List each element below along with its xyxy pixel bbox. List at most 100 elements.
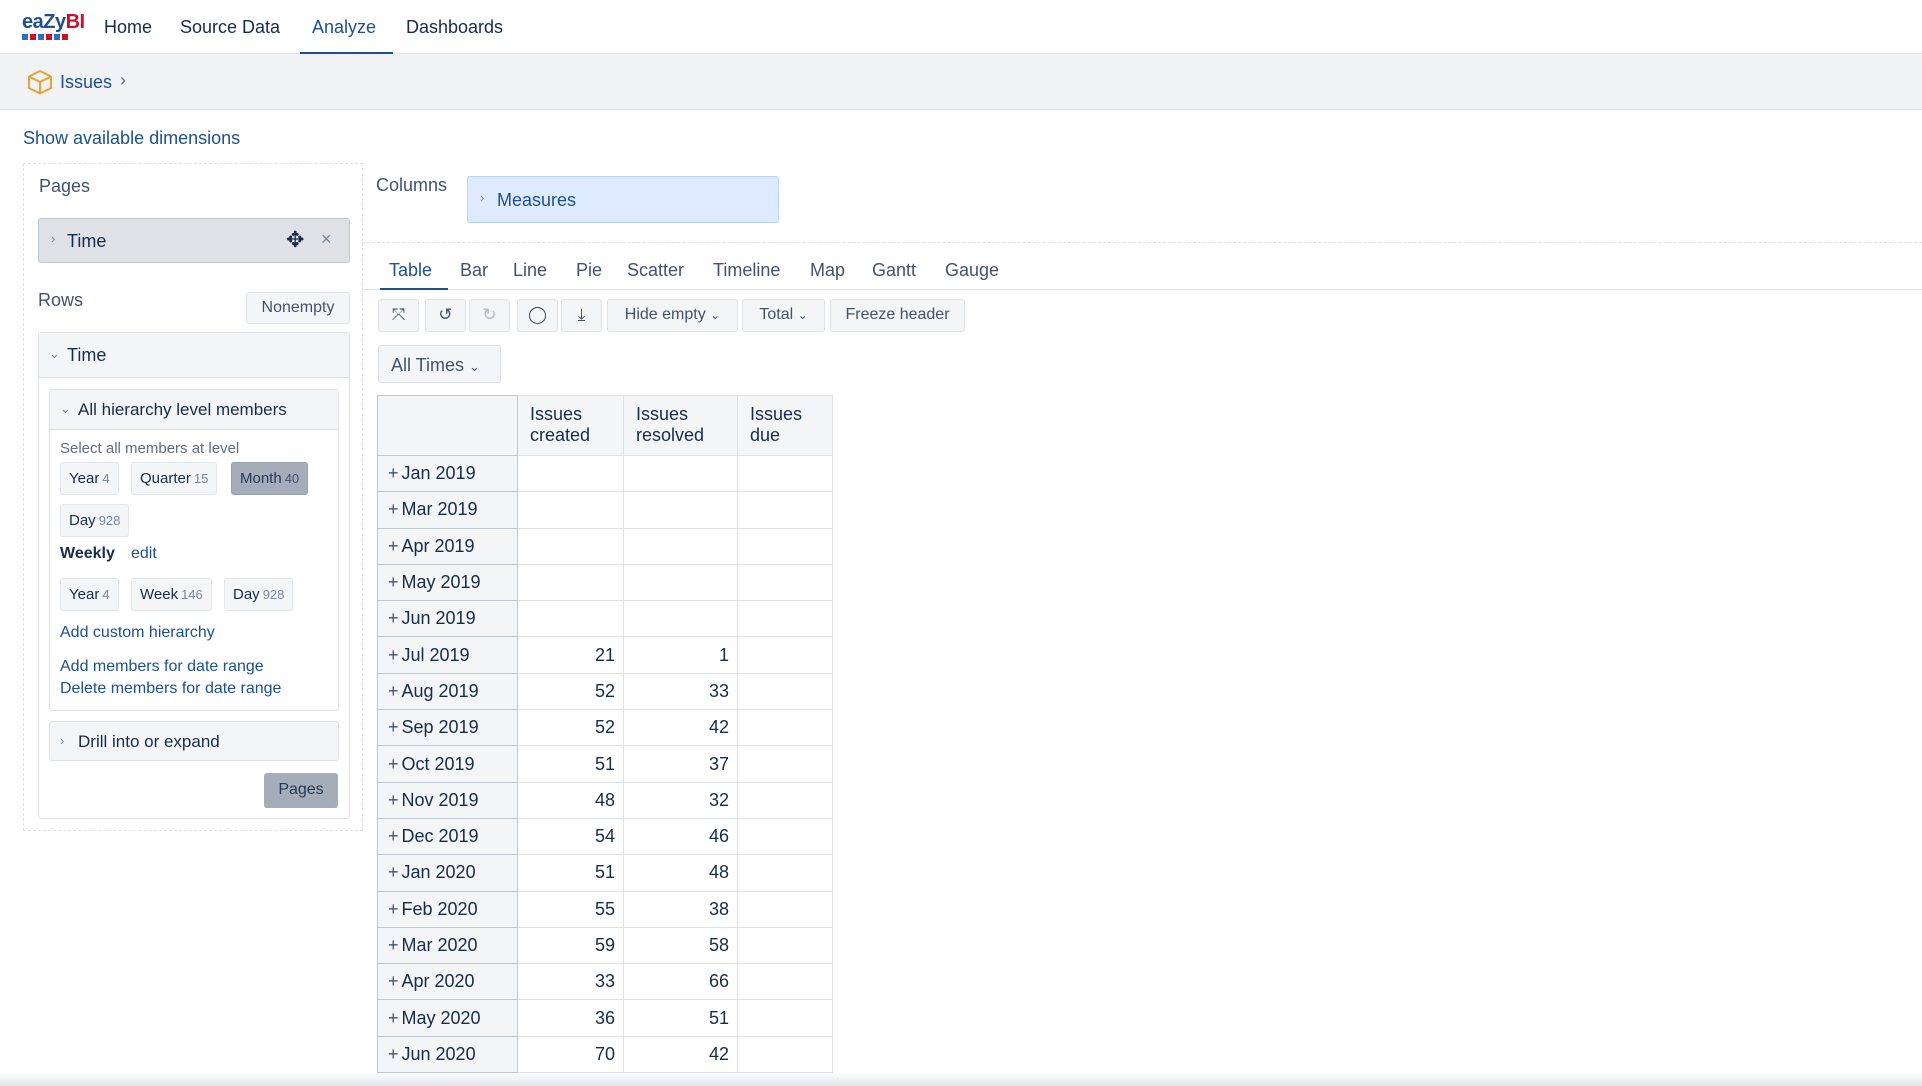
tab-bar[interactable]: Bar <box>460 260 488 281</box>
tab-gauge[interactable]: Gauge <box>945 260 999 281</box>
expand-plus-icon[interactable]: + <box>388 717 399 737</box>
weekly-day-button[interactable]: Day 928 <box>224 578 294 611</box>
level-day-button[interactable]: Day 928 <box>60 504 130 537</box>
level-year-button[interactable]: Year 4 <box>60 462 119 495</box>
comment-icon[interactable]: ◯ <box>517 299 558 332</box>
pages-dimension-label: Time <box>67 231 107 251</box>
expand-plus-icon[interactable]: + <box>388 608 399 628</box>
expand-plus-icon[interactable]: + <box>388 971 399 991</box>
expand-plus-icon[interactable]: + <box>388 681 399 701</box>
view-tabs: Table Bar Line Pie Scatter Timeline Map … <box>362 256 1922 290</box>
tab-line[interactable]: Line <box>513 260 547 281</box>
breadcrumb-cube-issues[interactable]: Issues <box>60 72 112 93</box>
column-header-issues-due[interactable]: Issues due <box>737 395 833 456</box>
chevron-right-icon[interactable]: › <box>51 231 55 246</box>
expand-plus-icon[interactable]: + <box>388 572 399 592</box>
tab-timeline[interactable]: Timeline <box>713 260 780 281</box>
page-selector-dropdown[interactable]: All Times ⌄ <box>378 345 501 383</box>
close-icon[interactable]: × <box>321 229 332 250</box>
chevron-right-icon[interactable]: › <box>60 733 64 748</box>
fullscreen-icon[interactable]: ⤧ <box>378 299 419 332</box>
row-header[interactable]: + May 2020 <box>377 999 518 1037</box>
expand-plus-icon[interactable]: + <box>388 463 399 483</box>
expand-plus-icon[interactable]: + <box>388 645 399 665</box>
row-header[interactable]: + Apr 2019 <box>377 527 518 565</box>
row-header[interactable]: + Jan 2020 <box>377 854 518 892</box>
column-header-issues-resolved[interactable]: Issues resolved <box>623 395 738 456</box>
redo-icon[interactable]: ↻ <box>469 299 510 332</box>
tab-table[interactable]: Table <box>389 260 432 281</box>
nav-source-data[interactable]: Source Data <box>180 16 280 38</box>
level-month-button[interactable]: Month 40 <box>231 462 309 495</box>
row-header[interactable]: + Aug 2019 <box>377 672 518 711</box>
hide-empty-dropdown[interactable]: Hide empty ⌄ <box>607 299 738 332</box>
level-quarter-button[interactable]: Quarter 15 <box>131 462 218 495</box>
row-header[interactable]: + May 2019 <box>377 563 518 602</box>
chevron-right-icon[interactable]: › <box>480 190 484 205</box>
freeze-header-button[interactable]: Freeze header <box>830 299 965 332</box>
row-header-label: Jan 2020 <box>401 862 476 883</box>
pages-dimension-time[interactable]: › Time ✥ × <box>38 218 350 263</box>
chevron-right-icon: › <box>120 70 126 90</box>
nav-dashboards[interactable]: Dashboards <box>406 16 503 38</box>
nav-home[interactable]: Home <box>104 16 152 38</box>
column-header-issues-created[interactable]: Issues created <box>517 395 624 456</box>
row-header[interactable]: + Oct 2019 <box>377 745 518 783</box>
expand-plus-icon[interactable]: + <box>388 499 399 519</box>
tab-scatter[interactable]: Scatter <box>627 260 684 281</box>
add-custom-hierarchy-link[interactable]: Add custom hierarchy <box>60 624 215 642</box>
hierarchy-level-header[interactable]: ⌄ All hierarchy level members <box>50 390 338 430</box>
row-header[interactable]: + Apr 2020 <box>377 963 518 1001</box>
drill-into-expand-section[interactable]: › Drill into or expand <box>49 721 339 761</box>
expand-plus-icon[interactable]: + <box>388 754 399 774</box>
tab-pie[interactable]: Pie <box>576 260 602 281</box>
row-header[interactable]: + Jan 2019 <box>377 454 518 493</box>
row-header[interactable]: + Dec 2019 <box>377 817 518 856</box>
cell-issues-resolved <box>623 527 738 565</box>
row-header[interactable]: + Sep 2019 <box>377 709 518 747</box>
columns-dimension-measures[interactable]: › Measures <box>467 176 779 223</box>
weekly-edit-link[interactable]: edit <box>131 545 157 563</box>
rows-dimension-header[interactable]: ⌄ Time <box>39 333 349 378</box>
move-to-pages-button[interactable]: Pages <box>264 773 338 808</box>
expand-plus-icon[interactable]: + <box>388 1008 399 1028</box>
row-header[interactable]: + Feb 2020 <box>377 890 518 928</box>
row-header[interactable]: + Jun 2019 <box>377 600 518 638</box>
nonempty-button[interactable]: Nonempty <box>246 292 350 324</box>
table-row: + May 2019 <box>377 563 833 602</box>
expand-plus-icon[interactable]: + <box>388 862 399 882</box>
expand-plus-icon[interactable]: + <box>388 899 399 919</box>
expand-plus-icon[interactable]: + <box>388 935 399 955</box>
expand-plus-icon[interactable]: + <box>388 790 399 810</box>
expand-plus-icon[interactable]: + <box>388 1044 399 1064</box>
row-header[interactable]: + Jul 2019 <box>377 636 518 674</box>
delete-members-date-range-link[interactable]: Delete members for date range <box>60 680 281 698</box>
weekly-year-button[interactable]: Year 4 <box>60 578 119 611</box>
export-icon[interactable]: ⤓ <box>561 299 602 332</box>
move-icon[interactable]: ✥ <box>286 227 304 253</box>
row-header-label: Mar 2019 <box>401 499 478 520</box>
chevron-down-icon: ⌄ <box>469 359 480 374</box>
tab-gantt[interactable]: Gantt <box>872 260 916 281</box>
undo-icon[interactable]: ↺ <box>425 299 466 332</box>
show-available-dimensions-link[interactable]: Show available dimensions <box>23 128 240 149</box>
expand-plus-icon[interactable]: + <box>388 826 399 846</box>
add-members-date-range-link[interactable]: Add members for date range <box>60 658 264 676</box>
expand-plus-icon[interactable]: + <box>388 536 399 556</box>
weekly-week-button[interactable]: Week 146 <box>131 578 212 611</box>
row-header[interactable]: + Jun 2020 <box>377 1035 518 1074</box>
tab-map[interactable]: Map <box>810 260 845 281</box>
bottom-fade <box>0 1072 1922 1086</box>
row-header[interactable]: + Nov 2019 <box>377 781 518 819</box>
row-header-label: Apr 2019 <box>401 535 475 556</box>
row-header-label: Dec 2019 <box>401 826 479 847</box>
rows-title: Rows <box>38 290 84 310</box>
table-row: + Oct 2019 51 37 <box>377 745 833 783</box>
chevron-down-icon[interactable]: ⌄ <box>60 401 71 417</box>
row-header[interactable]: + Mar 2019 <box>377 491 518 529</box>
eazybi-logo[interactable]: eaZyBI <box>22 12 85 42</box>
chevron-down-icon[interactable]: ⌄ <box>49 346 60 362</box>
total-dropdown[interactable]: Total ⌄ <box>742 299 825 332</box>
nav-analyze[interactable]: Analyze <box>312 16 376 38</box>
row-header[interactable]: + Mar 2020 <box>377 926 518 965</box>
